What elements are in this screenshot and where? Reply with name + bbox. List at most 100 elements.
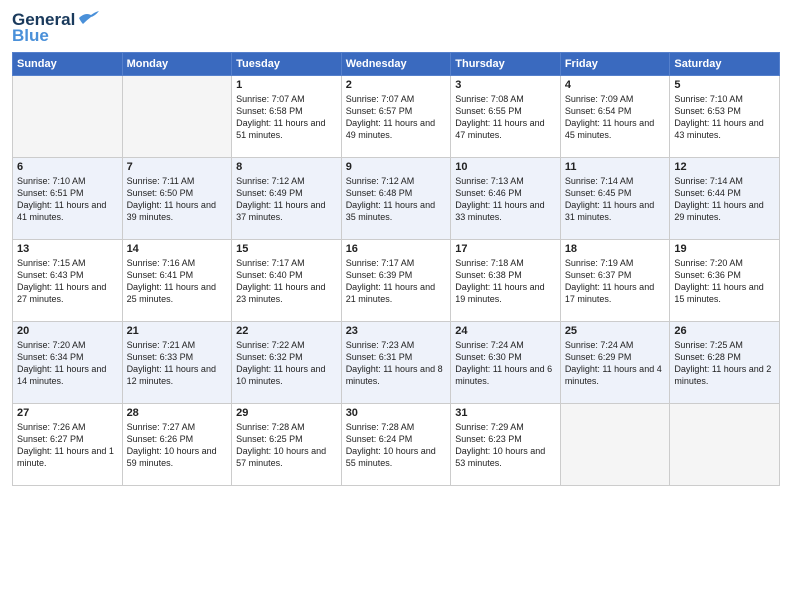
day-number: 1 [236,79,337,91]
weekday-header: Saturday [670,53,780,76]
day-number: 21 [127,325,228,337]
day-number: 7 [127,161,228,173]
day-number: 19 [674,243,775,255]
day-number: 31 [455,407,556,419]
day-number: 14 [127,243,228,255]
calendar-cell: 5Sunrise: 7:10 AMSunset: 6:53 PMDaylight… [670,76,780,158]
calendar-cell: 2Sunrise: 7:07 AMSunset: 6:57 PMDaylight… [341,76,451,158]
calendar-cell [670,404,780,486]
day-number: 15 [236,243,337,255]
calendar-cell: 17 Sunrise: 7:18 AMSunset: 6:38 PMDayligh… [451,240,561,322]
calendar-week-row: 6 Sunrise: 7:10 AMSunset: 6:51 PMDaylight… [13,158,780,240]
cell-info: Sunrise: 7:18 AMSunset: 6:38 PMDaylight:… [455,258,544,304]
day-number: 6 [17,161,118,173]
cell-info: Sunrise: 7:07 AMSunset: 6:58 PMDaylight:… [236,94,325,140]
day-number: 23 [346,325,447,337]
page-container: General Blue SundayMondayTuesdayWednesda… [0,0,792,612]
calendar-cell: 14 Sunrise: 7:16 AMSunset: 6:41 PMDayligh… [122,240,232,322]
cell-info: Sunrise: 7:10 AMSunset: 6:53 PMDaylight:… [674,94,763,140]
logo-bird-icon [77,10,99,26]
day-number: 12 [674,161,775,173]
day-number: 26 [674,325,775,337]
cell-info: Sunrise: 7:14 AMSunset: 6:44 PMDaylight:… [674,176,763,222]
day-number: 17 [455,243,556,255]
calendar-table: SundayMondayTuesdayWednesdayThursdayFrid… [12,52,780,486]
cell-info: Sunrise: 7:08 AMSunset: 6:55 PMDaylight:… [455,94,544,140]
logo-blue: Blue [12,26,49,46]
calendar-cell: 26 Sunrise: 7:25 AMSunset: 6:28 PMDayligh… [670,322,780,404]
cell-info: Sunrise: 7:10 AMSunset: 6:51 PMDaylight:… [17,176,106,222]
day-number: 25 [565,325,666,337]
calendar-cell [560,404,670,486]
calendar-header-row: SundayMondayTuesdayWednesdayThursdayFrid… [13,53,780,76]
day-number: 8 [236,161,337,173]
cell-info: Sunrise: 7:14 AMSunset: 6:45 PMDaylight:… [565,176,654,222]
calendar-cell: 27 Sunrise: 7:26 AMSunset: 6:27 PMDayligh… [13,404,123,486]
day-number: 24 [455,325,556,337]
day-number: 30 [346,407,447,419]
cell-info: Sunrise: 7:09 AMSunset: 6:54 PMDaylight:… [565,94,654,140]
cell-info: Sunrise: 7:12 AMSunset: 6:48 PMDaylight:… [346,176,435,222]
weekday-header: Monday [122,53,232,76]
cell-info: Sunrise: 7:13 AMSunset: 6:46 PMDaylight:… [455,176,544,222]
day-number: 3 [455,79,556,91]
cell-info: Sunrise: 7:29 AMSunset: 6:23 PMDaylight:… [455,422,545,468]
day-number: 13 [17,243,118,255]
day-number: 22 [236,325,337,337]
calendar-cell [122,76,232,158]
calendar-cell: 1 Sunrise: 7:07 AMSunset: 6:58 PMDaylight… [232,76,342,158]
logo: General Blue [12,10,99,46]
cell-info: Sunrise: 7:25 AMSunset: 6:28 PMDaylight:… [674,340,771,386]
day-number: 28 [127,407,228,419]
cell-info: Sunrise: 7:17 AMSunset: 6:39 PMDaylight:… [346,258,435,304]
calendar-cell: 18 Sunrise: 7:19 AMSunset: 6:37 PMDayligh… [560,240,670,322]
calendar-cell: 23 Sunrise: 7:23 AMSunset: 6:31 PMDayligh… [341,322,451,404]
day-number: 10 [455,161,556,173]
calendar-cell: 4 Sunrise: 7:09 AMSunset: 6:54 PMDaylight… [560,76,670,158]
cell-info: Sunrise: 7:24 AMSunset: 6:30 PMDaylight:… [455,340,552,386]
cell-info: Sunrise: 7:28 AMSunset: 6:25 PMDaylight:… [236,422,326,468]
weekday-header: Sunday [13,53,123,76]
calendar-cell: 29 Sunrise: 7:28 AMSunset: 6:25 PMDayligh… [232,404,342,486]
cell-info: Sunrise: 7:19 AMSunset: 6:37 PMDaylight:… [565,258,654,304]
calendar-week-row: 20 Sunrise: 7:20 AMSunset: 6:34 PMDayligh… [13,322,780,404]
cell-info: Sunrise: 7:22 AMSunset: 6:32 PMDaylight:… [236,340,325,386]
cell-info: Sunrise: 7:17 AMSunset: 6:40 PMDaylight:… [236,258,325,304]
day-number: 4 [565,79,666,91]
calendar-week-row: 1 Sunrise: 7:07 AMSunset: 6:58 PMDaylight… [13,76,780,158]
calendar-cell: 31 Sunrise: 7:29 AMSunset: 6:23 PMDayligh… [451,404,561,486]
weekday-header: Friday [560,53,670,76]
calendar-cell: 19Sunrise: 7:20 AMSunset: 6:36 PMDayligh… [670,240,780,322]
cell-info: Sunrise: 7:23 AMSunset: 6:31 PMDaylight:… [346,340,443,386]
calendar-cell: 12 Sunrise: 7:14 AMSunset: 6:44 PMDayligh… [670,158,780,240]
calendar-cell: 30 Sunrise: 7:28 AMSunset: 6:24 PMDayligh… [341,404,451,486]
cell-info: Sunrise: 7:16 AMSunset: 6:41 PMDaylight:… [127,258,216,304]
day-number: 16 [346,243,447,255]
calendar-cell: 15 Sunrise: 7:17 AMSunset: 6:40 PMDayligh… [232,240,342,322]
cell-info: Sunrise: 7:15 AMSunset: 6:43 PMDaylight:… [17,258,106,304]
weekday-header: Tuesday [232,53,342,76]
cell-info: Sunrise: 7:27 AMSunset: 6:26 PMDaylight:… [127,422,217,468]
cell-info: Sunrise: 7:26 AMSunset: 6:27 PMDaylight:… [17,422,114,468]
cell-info: Sunrise: 7:20 AMSunset: 6:34 PMDaylight:… [17,340,106,386]
day-number: 2 [346,79,447,91]
weekday-header: Wednesday [341,53,451,76]
day-number: 11 [565,161,666,173]
header: General Blue [12,10,780,46]
day-number: 18 [565,243,666,255]
calendar-cell: 21Sunrise: 7:21 AMSunset: 6:33 PMDayligh… [122,322,232,404]
calendar-cell: 7 Sunrise: 7:11 AMSunset: 6:50 PMDaylight… [122,158,232,240]
calendar-cell: 28 Sunrise: 7:27 AMSunset: 6:26 PMDayligh… [122,404,232,486]
cell-info: Sunrise: 7:11 AMSunset: 6:50 PMDaylight:… [127,176,216,222]
calendar-week-row: 27 Sunrise: 7:26 AMSunset: 6:27 PMDayligh… [13,404,780,486]
calendar-cell: 22 Sunrise: 7:22 AMSunset: 6:32 PMDayligh… [232,322,342,404]
day-number: 20 [17,325,118,337]
day-number: 27 [17,407,118,419]
cell-info: Sunrise: 7:28 AMSunset: 6:24 PMDaylight:… [346,422,436,468]
calendar-cell [13,76,123,158]
calendar-cell: 3 Sunrise: 7:08 AMSunset: 6:55 PMDaylight… [451,76,561,158]
day-number: 29 [236,407,337,419]
calendar-cell: 20 Sunrise: 7:20 AMSunset: 6:34 PMDayligh… [13,322,123,404]
calendar-cell: 10 Sunrise: 7:13 AMSunset: 6:46 PMDayligh… [451,158,561,240]
calendar-cell: 25Sunrise: 7:24 AMSunset: 6:29 PMDayligh… [560,322,670,404]
